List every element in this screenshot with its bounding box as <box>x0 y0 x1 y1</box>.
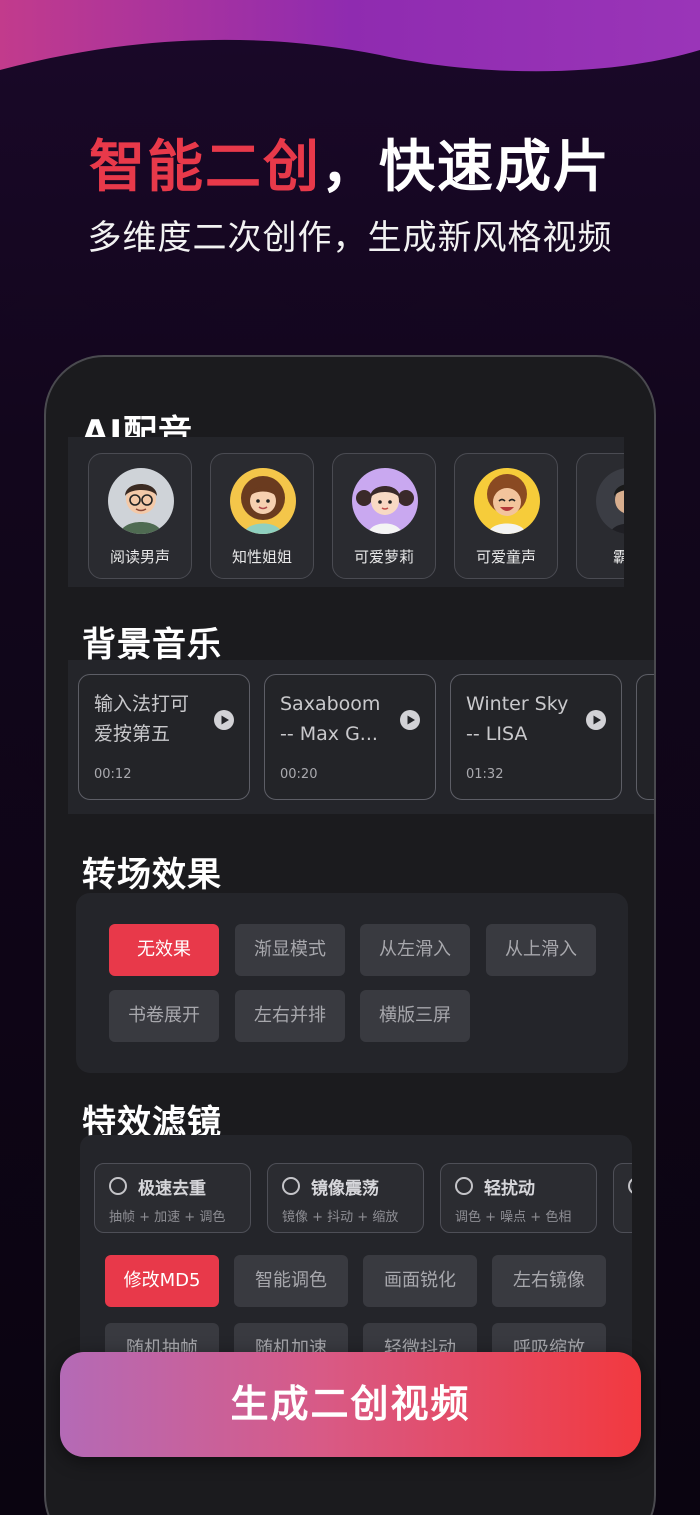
hero-title-rest: ，快速成片 <box>321 135 611 200</box>
avatar-woman-curly-icon <box>230 468 296 534</box>
filter-preset-card[interactable]: 极速去重 抽帧 + 加速 + 调色 <box>94 1163 251 1233</box>
play-icon[interactable] <box>585 709 607 731</box>
music-section-title: 背景音乐 <box>82 625 222 665</box>
music-list[interactable]: 输入法打可 爱按第五 00:12 Saxaboom -- Max G... 00… <box>68 660 654 814</box>
music-card-partial[interactable] <box>636 674 654 800</box>
voice-label: 可爱萝莉 <box>353 548 414 566</box>
transition-chip[interactable]: 渐显模式 <box>235 924 345 976</box>
filter-preset-desc: 抽帧 + 加速 + 调色 <box>109 1210 226 1225</box>
music-card[interactable]: 输入法打可 爱按第五 00:12 <box>78 674 250 800</box>
voice-card[interactable]: 阅读男声 <box>88 453 192 579</box>
voice-list[interactable]: 阅读男声 知性姐姐 可爱萝莉 可爱童声 <box>68 437 624 587</box>
transition-chip[interactable]: 横版三屏 <box>360 990 470 1042</box>
filter-preset-name: 镜像震荡 <box>311 1179 379 1199</box>
voice-card[interactable]: 可爱萝莉 <box>332 453 436 579</box>
filter-preset-card[interactable]: 镜像震荡 镜像 + 抖动 + 缩放 <box>267 1163 424 1233</box>
music-title: Saxaboom -- Max G... <box>280 693 381 745</box>
radio-unchecked-icon[interactable] <box>628 1177 632 1195</box>
generate-video-button[interactable]: 生成二创视频 <box>60 1352 641 1457</box>
hero-title: 智能二创，快速成片 <box>0 122 700 203</box>
avatar-man-glasses-icon <box>108 468 174 534</box>
radio-unchecked-icon[interactable] <box>109 1177 127 1195</box>
play-icon[interactable] <box>213 709 235 731</box>
avatar-man-dark-icon <box>596 468 624 534</box>
phone-frame: AI配音 阅读男声 知性姐姐 可爱萝莉 可爱童声 背景音乐 输入法打可 爱按第五… <box>44 355 656 1515</box>
filter-preset-card-partial[interactable] <box>613 1163 632 1233</box>
transition-section-title: 转场效果 <box>82 855 222 895</box>
radio-unchecked-icon[interactable] <box>282 1177 300 1195</box>
filter-preset-desc: 镜像 + 抖动 + 缩放 <box>282 1210 399 1225</box>
transition-chip[interactable]: 从上滑入 <box>486 924 596 976</box>
music-duration: 00:12 <box>94 767 132 782</box>
music-duration: 01:32 <box>466 767 504 782</box>
filter-option[interactable]: 左右镜像 <box>492 1255 606 1307</box>
transition-chip[interactable]: 左右并排 <box>235 990 345 1042</box>
transition-chip[interactable]: 书卷展开 <box>109 990 219 1042</box>
music-card[interactable]: Winter Sky -- LISA 01:32 <box>450 674 622 800</box>
filter-option[interactable]: 画面锐化 <box>363 1255 477 1307</box>
transition-panel: 无效果 渐显模式 从左滑入 从上滑入 书卷展开 左右并排 横版三屏 <box>76 893 628 1073</box>
voice-label: 霸道 <box>577 546 624 567</box>
voice-card[interactable]: 知性姐姐 <box>210 453 314 579</box>
voice-label: 可爱童声 <box>475 548 536 566</box>
music-duration: 00:20 <box>280 767 318 782</box>
filter-preset-desc: 调色 + 噪点 + 色相 <box>455 1210 572 1225</box>
filter-preset-name: 极速去重 <box>138 1179 206 1199</box>
filter-option-selected[interactable]: 修改MD5 <box>105 1255 219 1307</box>
filter-panel: 极速去重 抽帧 + 加速 + 调色 镜像震荡 镜像 + 抖动 + 缩放 轻扰动 … <box>80 1135 632 1375</box>
hero-title-highlight: 智能二创 <box>89 135 321 200</box>
transition-chip[interactable]: 从左滑入 <box>360 924 470 976</box>
play-icon[interactable] <box>399 709 421 731</box>
transition-chip-selected[interactable]: 无效果 <box>109 924 219 976</box>
top-gradient-wave <box>0 0 700 72</box>
avatar-boy-curly-icon <box>474 468 540 534</box>
filter-option[interactable]: 智能调色 <box>234 1255 348 1307</box>
avatar-girl-pigtails-icon <box>352 468 418 534</box>
voice-label: 阅读男声 <box>109 548 170 566</box>
filter-preset-card[interactable]: 轻扰动 调色 + 噪点 + 色相 <box>440 1163 597 1233</box>
music-title: 输入法打可 爱按第五 <box>94 693 190 745</box>
music-title: Winter Sky -- LISA <box>466 693 569 745</box>
music-card[interactable]: Saxaboom -- Max G... 00:20 <box>264 674 436 800</box>
radio-unchecked-icon[interactable] <box>455 1177 473 1195</box>
voice-card[interactable]: 可爱童声 <box>454 453 558 579</box>
voice-label: 知性姐姐 <box>231 548 292 566</box>
voice-card[interactable]: 霸道 <box>576 453 624 579</box>
hero-subtitle: 多维度二次创作，生成新风格视频 <box>87 218 613 258</box>
filter-preset-name: 轻扰动 <box>484 1179 535 1199</box>
